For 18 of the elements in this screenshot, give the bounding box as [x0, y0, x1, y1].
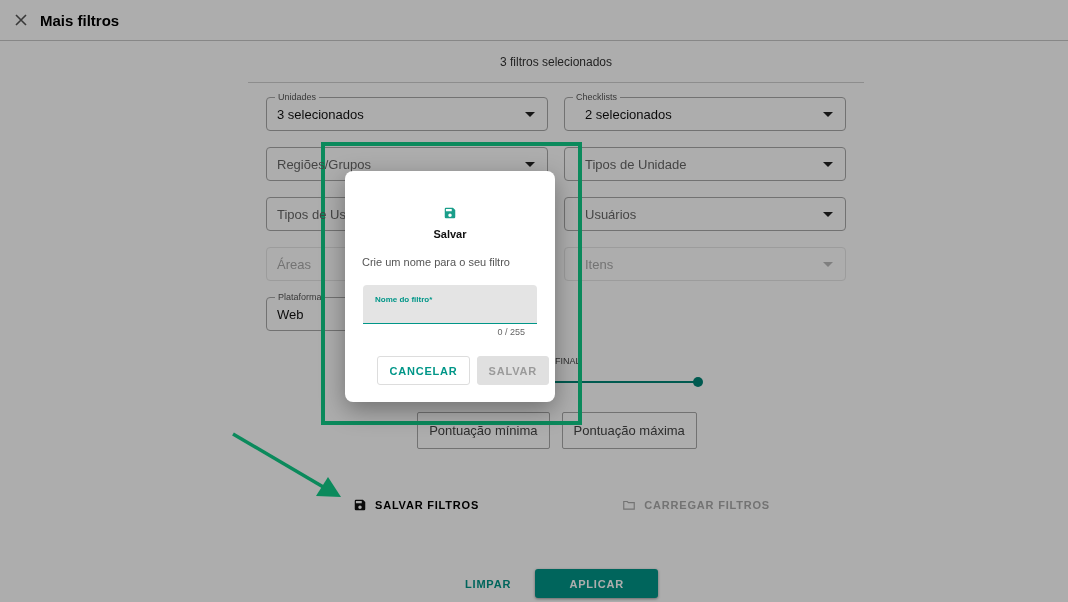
- score-button[interactable]: Pontuação máxima: [561, 412, 697, 449]
- page-title: Mais filtros: [40, 11, 120, 29]
- character-counter: 0 / 255: [497, 327, 525, 337]
- save-filters-button[interactable]: SALVAR FILTROS: [345, 490, 488, 520]
- filter-name-field[interactable]: Nome do filtro*: [363, 285, 537, 324]
- selection-summary: 3 filtros selecionados: [499, 54, 613, 69]
- cancel-button[interactable]: CANCELAR: [377, 356, 470, 385]
- dialog-message: Crie um nome para o seu filtro: [362, 256, 510, 268]
- select-field[interactable]: Usuários: [564, 197, 846, 231]
- clear-button[interactable]: LIMPAR: [449, 569, 528, 598]
- apply-button[interactable]: APLICAR: [535, 569, 659, 598]
- dialog-title: Salvar: [433, 228, 467, 240]
- slider-label: FINAL: [554, 355, 582, 367]
- folder-icon: [622, 498, 637, 512]
- select-field[interactable]: Tipos de Unidade: [564, 147, 846, 181]
- close-icon[interactable]: [14, 13, 28, 27]
- save-icon: [443, 206, 457, 220]
- save-icon: [353, 498, 367, 512]
